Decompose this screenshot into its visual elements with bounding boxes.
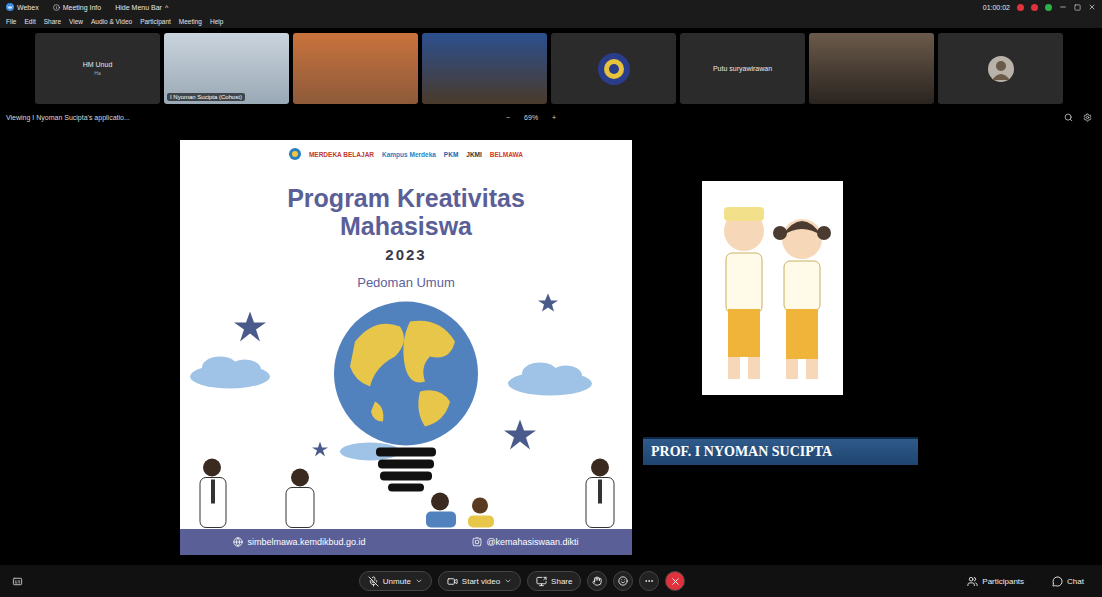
participant-tile[interactable]: HM Unud Ha bbox=[35, 33, 160, 104]
poster-logo: PKM bbox=[444, 151, 458, 158]
recording-dot bbox=[1031, 4, 1038, 11]
poster-footer: simbelmawa.kemdikbud.go.id @kemahasiswaan… bbox=[180, 529, 632, 555]
share-button[interactable]: Share bbox=[527, 571, 581, 591]
participant-tile[interactable] bbox=[293, 33, 418, 104]
participant-name: HM Unud bbox=[83, 61, 113, 68]
menu-item[interactable]: Edit bbox=[24, 18, 35, 25]
menu-item[interactable]: File bbox=[6, 18, 16, 25]
participant-label: I Nyoman Sucipta (Cohost) bbox=[167, 93, 245, 101]
zoom-out-button[interactable]: − bbox=[506, 114, 510, 121]
smile-icon bbox=[618, 576, 628, 586]
participant-subtitle: Ha bbox=[94, 70, 100, 76]
shared-content-area: MERDEKA BELAJAR Kampus Merdeka PKM JKMI BELM… bbox=[0, 130, 1102, 565]
mic-off-icon bbox=[368, 576, 379, 587]
poster-logo: MERDEKA BELAJAR bbox=[309, 151, 374, 158]
participant-tile[interactable]: Putu suryawirawan bbox=[680, 33, 805, 104]
speaker-caption: PROF. I NYOMAN SUCIPTA bbox=[643, 437, 918, 465]
settings-icon[interactable] bbox=[1083, 113, 1092, 122]
menu-item[interactable]: Participant bbox=[140, 18, 171, 25]
poster-logo: BELMAWA bbox=[490, 151, 523, 158]
hand-icon bbox=[592, 576, 602, 586]
menu-item[interactable]: Help bbox=[210, 18, 223, 25]
chevron-down-icon bbox=[504, 577, 512, 585]
menu-item[interactable]: View bbox=[69, 18, 83, 25]
chat-icon bbox=[1052, 576, 1063, 587]
close-icon[interactable] bbox=[1088, 3, 1096, 11]
chevron-down-icon bbox=[415, 577, 423, 585]
poster-logo-row: MERDEKA BELAJAR Kampus Merdeka PKM JKMI BELM… bbox=[289, 146, 523, 162]
poster-year: 2023 bbox=[385, 246, 426, 263]
app-title: Webex bbox=[6, 3, 39, 11]
connection-dot bbox=[1045, 4, 1052, 11]
poster-title: Program Kreativitas Mahasiswa bbox=[276, 184, 536, 240]
webex-window: Webex Meeting Info Hide Menu Bar ^ 01:00:02… bbox=[0, 0, 1102, 597]
video-button[interactable]: Start video bbox=[438, 571, 521, 591]
participant-strip: HM Unud Ha I Nyoman Sucipta (Cohost) Putu s… bbox=[0, 33, 1102, 104]
leave-icon bbox=[670, 576, 681, 587]
meeting-controls: Unmute Start video Share Participants Chat bbox=[0, 565, 1102, 597]
menu-item[interactable]: Share bbox=[44, 18, 61, 25]
maximize-icon[interactable] bbox=[1074, 4, 1081, 11]
meeting-info-button[interactable]: Meeting Info bbox=[53, 4, 102, 11]
participant-tile[interactable] bbox=[809, 33, 934, 104]
tut-wuri-logo-icon bbox=[289, 148, 301, 160]
info-icon bbox=[53, 4, 60, 11]
recording-dot bbox=[1017, 4, 1024, 11]
search-icon[interactable] bbox=[1064, 113, 1073, 122]
viewing-label: Viewing I Nyoman Sucipta's applicatio... bbox=[6, 114, 506, 121]
poster-website: simbelmawa.kemdikbud.go.id bbox=[233, 537, 365, 547]
zoom-in-button[interactable]: + bbox=[552, 114, 556, 121]
meeting-timer: 01:00:02 bbox=[983, 4, 1010, 11]
participant-name: Putu suryawirawan bbox=[713, 65, 772, 72]
share-info-bar: Viewing I Nyoman Sucipta's applicatio...… bbox=[0, 104, 1102, 130]
zoom-level: 69% bbox=[524, 114, 538, 121]
poster-logo: JKMI bbox=[466, 151, 482, 158]
hide-menu-bar-button[interactable]: Hide Menu Bar ^ bbox=[115, 4, 168, 11]
share-screen-icon bbox=[536, 576, 547, 587]
menu-bar: File Edit Share View Audio & Video Participan… bbox=[0, 14, 1102, 28]
raise-hand-button[interactable] bbox=[587, 571, 607, 591]
poster-instagram: @kemahasiswaan.dikti bbox=[472, 537, 578, 547]
university-logo-icon bbox=[597, 52, 631, 86]
menu-item[interactable]: Meeting bbox=[179, 18, 202, 25]
more-button[interactable] bbox=[639, 571, 659, 591]
users-panel-button[interactable]: Participants bbox=[961, 575, 1030, 588]
minimize-icon[interactable] bbox=[1059, 3, 1067, 11]
participant-avatar-icon bbox=[988, 56, 1014, 82]
mic-button[interactable]: Unmute bbox=[359, 571, 432, 591]
more-icon bbox=[644, 576, 654, 586]
webex-logo-icon bbox=[6, 3, 14, 11]
shared-poster: MERDEKA BELAJAR Kampus Merdeka PKM JKMI BELM… bbox=[180, 140, 632, 555]
participant-tile[interactable]: I Nyoman Sucipta (Cohost) bbox=[164, 33, 289, 104]
participants-icon bbox=[967, 576, 978, 587]
captions-icon[interactable] bbox=[12, 576, 23, 587]
chat-panel-button[interactable]: Chat bbox=[1046, 575, 1090, 588]
poster-logo: Kampus Merdeka bbox=[382, 151, 436, 158]
participant-tile[interactable] bbox=[551, 33, 676, 104]
participant-tile[interactable] bbox=[938, 33, 1063, 104]
reactions-button[interactable] bbox=[613, 571, 633, 591]
zoom-control: − 69% + bbox=[506, 114, 556, 121]
globe-icon bbox=[233, 537, 243, 547]
poster-subtitle: Pedoman Umum bbox=[357, 275, 455, 290]
instagram-icon bbox=[472, 537, 482, 547]
menu-item[interactable]: Audio & Video bbox=[91, 18, 132, 25]
video-icon bbox=[447, 576, 458, 587]
lightbulb-illustration bbox=[180, 290, 632, 529]
title-bar: Webex Meeting Info Hide Menu Bar ^ 01:00:02 bbox=[0, 0, 1102, 14]
kids-illustration bbox=[702, 181, 843, 395]
leave-button[interactable] bbox=[665, 571, 685, 591]
participant-tile[interactable] bbox=[422, 33, 547, 104]
